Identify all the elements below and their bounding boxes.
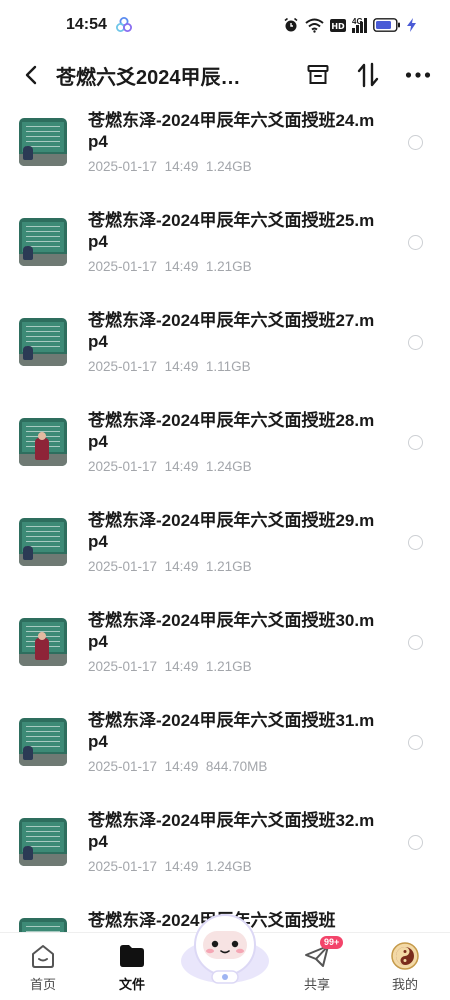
file-list[interactable]: 苍燃东泽-2024甲辰年六爻面授班24.mp4 2025-01-17 14:49… (0, 100, 450, 932)
file-date: 2025-01-17 (88, 459, 158, 474)
video-thumbnail (19, 618, 67, 666)
archive-icon[interactable] (304, 61, 332, 89)
file-size: 1.21GB (205, 659, 252, 674)
tab-profile[interactable]: 我的 (370, 933, 440, 1000)
file-size: 844.70MB (205, 759, 268, 774)
signal-icon: 4G (352, 16, 367, 33)
hd-icon: HD (330, 18, 346, 32)
header: 苍燃六爻2024甲辰… (0, 50, 450, 100)
file-item[interactable]: 苍燃东泽-2024甲辰年六爻面授班27.mp4 2025-01-17 14:49… (0, 300, 450, 400)
file-time: 14:49 (164, 659, 199, 674)
file-item[interactable]: 苍燃东泽-2024甲辰年六爻面授班32.mp4 2025-01-17 14:49… (0, 800, 450, 900)
alarm-icon (284, 17, 298, 32)
home-icon (28, 941, 58, 971)
file-name: 苍燃东泽-2024甲辰年六爻面授班29.mp4 (88, 511, 375, 551)
file-item[interactable]: 苍燃东泽-2024甲辰年六爻面授班24.mp4 2025-01-17 14:49… (0, 100, 450, 200)
file-size: 1.24GB (205, 459, 252, 474)
astronaut-mascot-icon[interactable] (179, 905, 271, 987)
video-thumbnail (19, 218, 67, 266)
select-radio[interactable] (408, 435, 423, 450)
file-name: 苍燃东泽-2024甲辰年六爻面授班31.mp4 (88, 711, 375, 751)
app-clover-icon (115, 17, 132, 32)
file-name: 苍燃东泽-2024甲辰年六爻面授班24.mp4 (88, 111, 375, 151)
file-size: 1.21GB (205, 259, 252, 274)
status-bar: 14:54 HD 4G (0, 0, 450, 50)
file-date: 2025-01-17 (88, 759, 158, 774)
status-time: 14:54 (66, 16, 107, 33)
file-item[interactable]: 苍燃东泽-2024甲辰年六爻面授班28.mp4 2025-01-17 14:49… (0, 400, 450, 500)
file-meta: 2025-01-17 14:49 1.21GB (88, 559, 252, 574)
tab-label: 文件 (118, 977, 145, 992)
select-radio[interactable] (408, 535, 423, 550)
file-name: 苍燃东泽-2024甲辰年六爻面授班32.mp4 (88, 811, 375, 851)
charging-icon (407, 18, 416, 32)
file-date: 2025-01-17 (88, 559, 158, 574)
folder-icon (117, 941, 147, 971)
notification-badge: 99+ (320, 936, 344, 949)
file-size: 1.11GB (205, 359, 251, 374)
file-date: 2025-01-17 (88, 359, 158, 374)
video-thumbnail (19, 718, 67, 766)
file-time: 14:49 (164, 859, 199, 874)
file-meta: 2025-01-17 14:49 844.70MB (88, 759, 267, 774)
file-item[interactable]: 苍燃东泽-2024甲辰年六爻面授班31.mp4 2025-01-17 14:49… (0, 700, 450, 800)
file-meta: 2025-01-17 14:49 1.24GB (88, 859, 252, 874)
file-time: 14:49 (164, 759, 199, 774)
avatar-icon (390, 941, 420, 971)
file-date: 2025-01-17 (88, 659, 158, 674)
video-thumbnail (19, 418, 67, 466)
file-date: 2025-01-17 (88, 159, 158, 174)
video-thumbnail (19, 918, 67, 932)
file-time: 14:49 (164, 159, 199, 174)
select-radio[interactable] (408, 635, 423, 650)
file-size: 1.24GB (205, 859, 252, 874)
tab-files[interactable]: 文件 (97, 933, 167, 1000)
sort-icon[interactable] (354, 61, 382, 89)
video-thumbnail (19, 818, 67, 866)
select-radio[interactable] (408, 835, 423, 850)
svg-text:HD: HD (331, 22, 345, 31)
select-radio[interactable] (408, 235, 423, 250)
file-name: 苍燃东泽-2024甲辰年六爻面授班25.mp4 (88, 211, 375, 251)
video-thumbnail (19, 318, 67, 366)
file-item[interactable]: 苍燃东泽-2024甲辰年六爻面授班25.mp4 2025-01-17 14:49… (0, 200, 450, 300)
file-meta: 2025-01-17 14:49 1.21GB (88, 259, 252, 274)
share-icon: 99+ (302, 936, 344, 971)
select-radio[interactable] (408, 735, 423, 750)
file-meta: 2025-01-17 14:49 1.21GB (88, 659, 252, 674)
page-title: 苍燃六爻2024甲辰… (56, 66, 241, 89)
tab-label: 我的 (391, 977, 418, 992)
tab-label: 共享 (303, 977, 330, 992)
file-item[interactable]: 苍燃东泽-2024甲辰年六爻面授班30.mp4 2025-01-17 14:49… (0, 600, 450, 700)
wifi-icon (305, 18, 324, 33)
network-type: 4G (352, 16, 363, 26)
file-meta: 2025-01-17 14:49 1.11GB (88, 359, 251, 374)
file-meta: 2025-01-17 14:49 1.24GB (88, 159, 252, 174)
select-radio[interactable] (408, 335, 423, 350)
tab-home[interactable]: 首页 (8, 933, 78, 1000)
file-size: 1.24GB (205, 159, 252, 174)
tab-label: 首页 (29, 977, 56, 992)
video-thumbnail (19, 118, 67, 166)
file-date: 2025-01-17 (88, 859, 158, 874)
file-date: 2025-01-17 (88, 259, 158, 274)
file-time: 14:49 (164, 459, 199, 474)
file-time: 14:49 (164, 359, 199, 374)
file-name: 苍燃东泽-2024甲辰年六爻面授班30.mp4 (88, 611, 375, 651)
file-meta: 2025-01-17 14:49 1.24GB (88, 459, 252, 474)
file-time: 14:49 (164, 259, 199, 274)
back-icon[interactable] (18, 62, 44, 88)
file-size: 1.21GB (205, 559, 252, 574)
file-name: 苍燃东泽-2024甲辰年六爻面授班28.mp4 (88, 411, 375, 451)
file-name: 苍燃东泽-2024甲辰年六爻面授班27.mp4 (88, 311, 375, 351)
tab-share[interactable]: 99+ 共享 (282, 933, 352, 1000)
battery-icon (373, 18, 400, 32)
file-time: 14:49 (164, 559, 199, 574)
more-icon[interactable] (404, 61, 432, 89)
video-thumbnail (19, 518, 67, 566)
select-radio[interactable] (408, 135, 423, 150)
file-item[interactable]: 苍燃东泽-2024甲辰年六爻面授班29.mp4 2025-01-17 14:49… (0, 500, 450, 600)
